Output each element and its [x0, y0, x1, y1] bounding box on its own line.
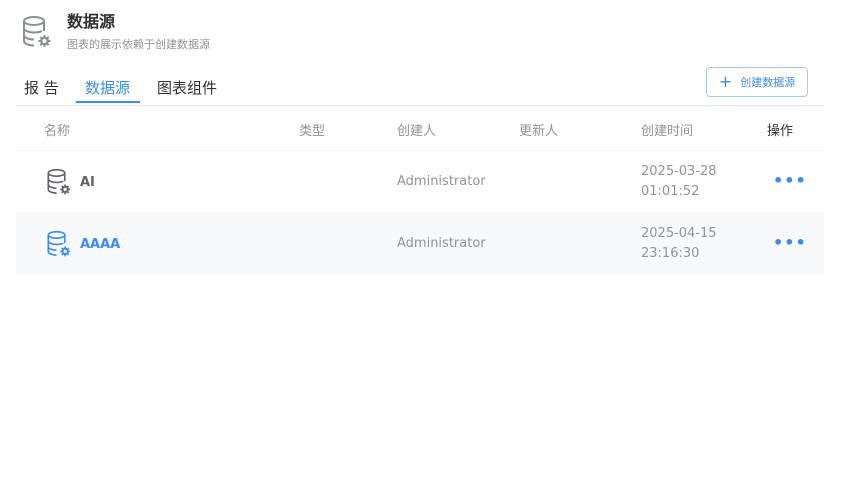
tab-bar: 报 告 数据源 图表组件 [16, 74, 824, 106]
page-subtitle: 图表的展示依赖于创建数据源 [67, 38, 210, 51]
creator-cell: Administrator [397, 236, 486, 251]
active-tab-indicator [76, 101, 140, 103]
column-header-creator[interactable]: 创建人 [397, 120, 436, 139]
column-header-name[interactable]: 名称 [44, 120, 70, 139]
database-settings-icon [47, 168, 71, 195]
more-actions-icon[interactable]: ••• [773, 233, 807, 252]
name-cell[interactable]: AI [46, 168, 95, 196]
column-header-created-time[interactable]: 创建时间 [641, 120, 693, 139]
create-datasource-button[interactable]: + 创建数据源 [706, 67, 808, 97]
datasource-name[interactable]: AAAA [80, 237, 120, 252]
table-header: 名称 类型 创建人 更新人 创建时间 操作 [16, 106, 824, 151]
created-clock: 01:01:52 [641, 184, 700, 199]
datasource-table: 名称 类型 创建人 更新人 创建时间 操作 AI Administrator 2… [16, 106, 824, 275]
creator-cell: Administrator [397, 174, 486, 189]
created-time-cell: 2025-03-28 01:01:52 [641, 162, 717, 202]
created-date: 2025-03-28 [641, 164, 717, 179]
column-header-type[interactable]: 类型 [299, 120, 325, 139]
tab-datasources[interactable]: 数据源 [85, 78, 130, 98]
database-settings-icon [47, 230, 71, 257]
column-header-actions: 操作 [767, 124, 794, 139]
created-date: 2025-04-15 [641, 226, 717, 241]
database-settings-icon [23, 16, 51, 47]
column-header-updater[interactable]: 更新人 [519, 120, 558, 139]
page-title: 数据源 [67, 12, 116, 31]
tab-chart-components[interactable]: 图表组件 [157, 78, 217, 98]
created-time-cell: 2025-04-15 23:16:30 [641, 224, 717, 264]
plus-icon: + [718, 72, 733, 91]
page-header: 数据源 图表的展示依赖于创建数据源 [22, 12, 210, 52]
tab-reports[interactable]: 报 告 [24, 78, 59, 98]
create-datasource-label: 创建数据源 [740, 76, 796, 89]
table-row[interactable]: AAAA Administrator 2025-04-15 23:16:30 •… [16, 213, 824, 275]
datasource-name[interactable]: AI [80, 175, 95, 190]
name-cell[interactable]: AAAA [46, 230, 120, 258]
table-row[interactable]: AI Administrator 2025-03-28 01:01:52 ••• [16, 151, 824, 213]
created-clock: 23:16:30 [641, 246, 700, 261]
more-actions-icon[interactable]: ••• [773, 171, 807, 190]
